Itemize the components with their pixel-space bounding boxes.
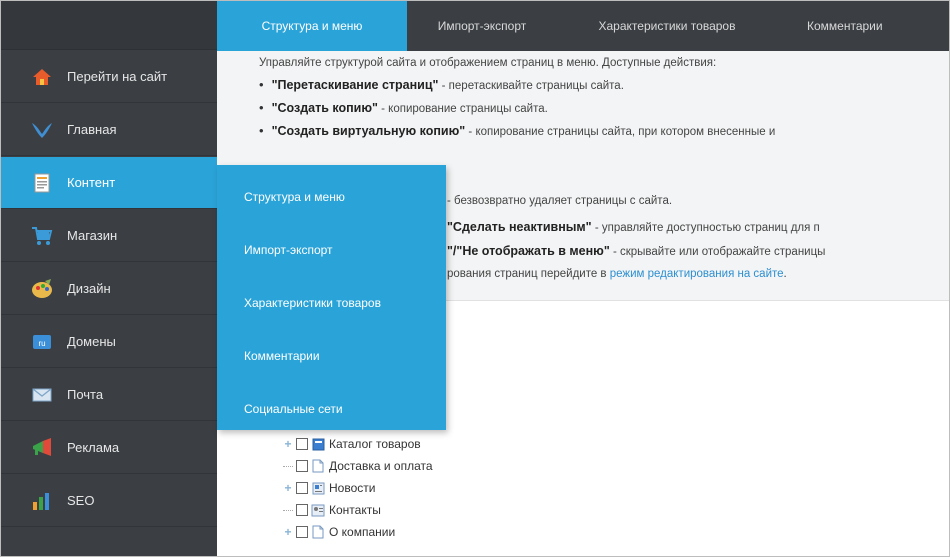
info-line-edit-mode: рования страниц перейдите в режим редакт…	[447, 268, 787, 280]
tree-item-label: Каталог товаров	[329, 437, 421, 451]
megaphone-icon	[31, 437, 53, 459]
tree-connector	[283, 465, 293, 467]
sidebar-item-home[interactable]: Главная	[0, 104, 217, 156]
sidebar-item-label: Дизайн	[67, 281, 111, 296]
info-bullet-title: "Создать копию"	[271, 101, 378, 115]
tab-product-characteristics[interactable]: Характеристики товаров	[557, 0, 777, 51]
tab-import-export[interactable]: Импорт-экспорт	[407, 0, 557, 51]
tree-item-news[interactable]: + Новости	[283, 477, 375, 499]
expand-icon[interactable]: +	[283, 525, 293, 539]
catalog-icon	[311, 437, 325, 451]
tree-item-about[interactable]: + О компании	[283, 521, 395, 543]
contacts-icon	[311, 503, 325, 517]
svg-text:ru: ru	[38, 339, 45, 348]
info-line-inactive: "Сделать неактивным" - управляйте доступ…	[447, 220, 820, 234]
info-bullet-drag: "Перетаскивание страниц" - перетаскивайт…	[259, 77, 624, 92]
tree-item-label: Доставка и оплата	[329, 459, 433, 473]
info-line-title: "/"Не отображать в меню"	[447, 244, 610, 258]
bar-chart-icon	[31, 490, 53, 512]
sidebar-item-seo[interactable]: SEO	[0, 475, 217, 527]
bird-icon	[31, 119, 53, 141]
sidebar-item-label: Магазин	[67, 228, 118, 243]
sidebar-item-label: Перейти на сайт	[67, 69, 168, 84]
sidebar-header	[0, 0, 217, 50]
sidebar-item-label: Главная	[67, 122, 117, 137]
document-icon	[31, 172, 53, 194]
tree-checkbox[interactable]	[296, 504, 308, 516]
info-line-delete: - безвозвратно удаляет страницы с сайта.	[447, 195, 673, 207]
sidebar-item-domains[interactable]: ru Домены	[0, 316, 217, 368]
sidebar-item-label: Почта	[67, 387, 104, 402]
home-icon	[31, 66, 53, 88]
info-line-text: - скрывайте или отображайте страницы	[609, 246, 826, 258]
tree-item-label: О компании	[329, 525, 396, 539]
expand-icon[interactable]: +	[283, 437, 293, 451]
tree-checkbox[interactable]	[296, 460, 308, 472]
info-bullet-title: "Создать виртуальную копию"	[271, 124, 466, 138]
tree-checkbox[interactable]	[296, 482, 308, 494]
content-dropdown-menu: Структура и меню Импорт-экспорт Характер…	[217, 165, 446, 430]
sidebar-item-go-to-site[interactable]: Перейти на сайт	[0, 51, 217, 103]
tree-item-label: Новости	[329, 481, 376, 495]
tree-item-label: Контакты	[329, 503, 381, 517]
sidebar-item-label: Домены	[67, 334, 116, 349]
tree-connector	[283, 509, 293, 511]
mail-icon	[31, 384, 53, 406]
info-bullet-text: - копирование страницы сайта.	[377, 103, 548, 115]
info-line-text: рования страниц перейдите в	[447, 268, 610, 280]
tree-checkbox[interactable]	[296, 526, 308, 538]
info-bullet-copy: "Создать копию" - копирование страницы с…	[259, 100, 548, 115]
tab-comments[interactable]: Комментарии	[777, 0, 950, 51]
sidebar-item-ads[interactable]: Реклама	[0, 422, 217, 474]
sidebar-item-label: SEO	[67, 493, 95, 508]
sidebar-item-mail[interactable]: Почта	[0, 369, 217, 421]
tree-item-contacts[interactable]: Контакты	[283, 499, 381, 521]
palette-icon	[31, 278, 53, 300]
sidebar: Перейти на сайт Главная Контент Магазин …	[0, 0, 217, 557]
page-icon	[311, 459, 325, 473]
page-icon	[311, 525, 325, 539]
sidebar-item-design[interactable]: Дизайн	[0, 263, 217, 315]
cart-icon	[31, 225, 53, 247]
sidebar-item-shop[interactable]: Магазин	[0, 210, 217, 262]
tree-checkbox[interactable]	[296, 438, 308, 450]
info-bullet-virtual-copy: "Создать виртуальную копию" - копировани…	[259, 123, 776, 138]
sidebar-item-label: Контент	[67, 175, 116, 190]
domain-icon: ru	[31, 331, 53, 353]
dropdown-item-social-networks[interactable]: Социальные сети	[217, 382, 446, 435]
dropdown-item-comments[interactable]: Комментарии	[217, 329, 446, 382]
tree-item-delivery[interactable]: Доставка и оплата	[283, 455, 433, 477]
info-line-hide-menu: "/"Не отображать в меню" - скрывайте или…	[447, 244, 825, 258]
info-bullet-title: "Перетаскивание страниц"	[271, 78, 439, 92]
info-intro: Управляйте структурой сайта и отображени…	[259, 57, 717, 69]
tab-structure-menu[interactable]: Структура и меню	[217, 0, 407, 51]
sidebar-item-label: Реклама	[67, 440, 120, 455]
dropdown-item-structure-menu[interactable]: Структура и меню	[217, 170, 446, 223]
top-tab-bar: Структура и меню Импорт-экспорт Характер…	[217, 0, 950, 51]
tree-item-catalog[interactable]: + Каталог товаров	[283, 433, 421, 455]
edit-mode-link[interactable]: режим редактирования на сайте	[610, 268, 784, 280]
dropdown-item-import-export[interactable]: Импорт-экспорт	[217, 223, 446, 276]
sidebar-item-content[interactable]: Контент	[0, 157, 217, 209]
info-line-end: .	[783, 268, 787, 280]
info-bullet-text: - перетаскивайте страницы сайта.	[438, 80, 624, 92]
info-line-text: - управляйте доступностью страниц для п	[591, 222, 820, 234]
info-bullet-text: - копирование страницы сайта, при которо…	[465, 126, 776, 138]
dropdown-item-product-characteristics[interactable]: Характеристики товаров	[217, 276, 446, 329]
news-icon	[311, 481, 325, 495]
expand-icon[interactable]: +	[283, 481, 293, 495]
info-line-title: "Сделать неактивным"	[447, 220, 592, 234]
